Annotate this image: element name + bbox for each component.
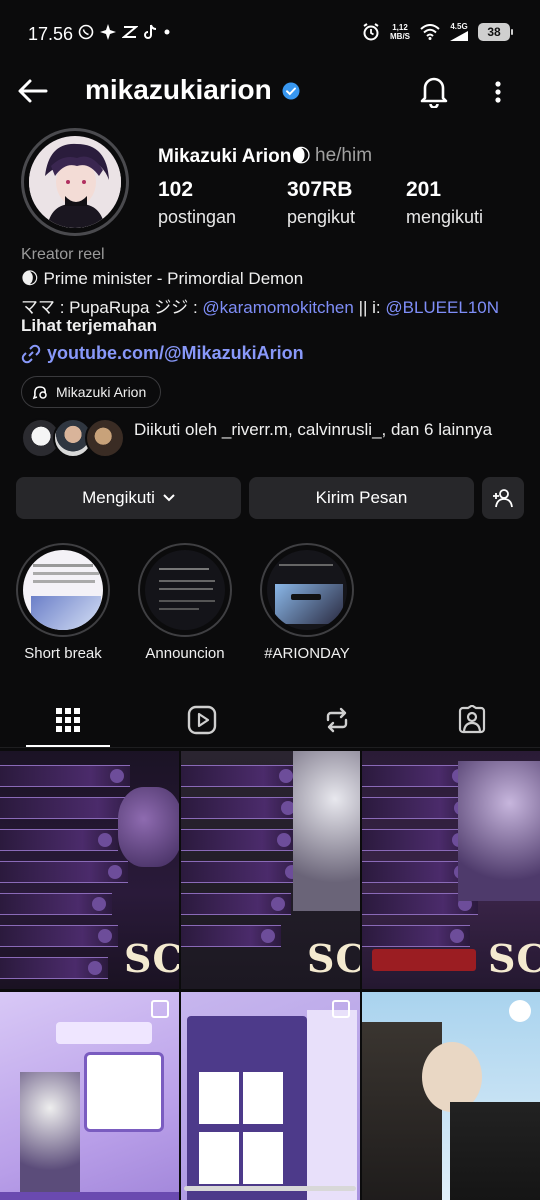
alarm-icon bbox=[363, 22, 379, 40]
tab-reposts[interactable] bbox=[297, 700, 377, 740]
post-overlay-text: SC bbox=[124, 936, 179, 981]
highlight-ring bbox=[138, 543, 232, 637]
post-tile[interactable]: SC bbox=[362, 751, 540, 989]
following-button-label: Mengikuti bbox=[82, 488, 155, 507]
following-button[interactable]: Mengikuti bbox=[16, 477, 241, 519]
highlight-cover bbox=[145, 550, 225, 630]
tiktok-icon bbox=[144, 24, 157, 39]
channel-chip[interactable]: Mikazuki Arion bbox=[21, 376, 162, 408]
suggest-people-button[interactable] bbox=[482, 477, 524, 519]
dot-icon bbox=[164, 29, 170, 35]
highlight-short-break[interactable]: Short break bbox=[14, 543, 112, 662]
repost-icon bbox=[326, 707, 348, 733]
profile-pronouns: he/him bbox=[315, 145, 373, 166]
post-tile[interactable] bbox=[362, 992, 540, 1200]
whatsapp-icon bbox=[78, 24, 94, 40]
stat-posts[interactable]: 102 postingan bbox=[158, 178, 236, 228]
status-right: 1,12 MB/S 4.5G 38 bbox=[362, 22, 513, 41]
multi-post-icon bbox=[332, 1000, 350, 1018]
bio-line-2-prefix: ママ : PupaRupa ジジ : bbox=[21, 298, 203, 317]
highlight-announcion[interactable]: Announcion bbox=[136, 543, 234, 662]
highlight-label: #ARIONDAY bbox=[264, 645, 350, 662]
mutual-avatar bbox=[85, 418, 125, 458]
more-options-icon[interactable] bbox=[488, 76, 508, 108]
message-button[interactable]: Kirim Pesan bbox=[249, 477, 474, 519]
reels-icon bbox=[187, 705, 217, 735]
stat-followers[interactable]: 307RB pengikut bbox=[287, 178, 355, 228]
stat-followers-label: pengikut bbox=[287, 207, 356, 227]
posts-grid: SC SC SC bbox=[0, 751, 540, 1200]
tab-reels[interactable] bbox=[162, 700, 242, 740]
stat-following-value: 201 bbox=[406, 178, 442, 201]
stat-following[interactable]: 201 mengikuti bbox=[406, 178, 483, 228]
post-tile[interactable] bbox=[0, 992, 179, 1200]
followed-by-text[interactable]: Diikuti oleh _riverr.m, calvinrusli_, da… bbox=[134, 419, 514, 441]
profile-username: mikazukiarion bbox=[85, 74, 272, 105]
profile-category: Kreator reel bbox=[21, 246, 105, 263]
broadcast-channel-icon bbox=[32, 386, 47, 400]
status-time: 17.56 bbox=[28, 24, 74, 44]
bell-icon[interactable] bbox=[418, 74, 450, 108]
profile-link[interactable]: youtube.com/@MikazukiArion bbox=[21, 343, 304, 364]
post-tile[interactable]: SC bbox=[0, 751, 179, 989]
highlight-label: Announcion bbox=[145, 645, 225, 662]
post-overlay-text: SC bbox=[488, 936, 540, 981]
bio-line-1: 🌒 Prime minister - Primordial Demon bbox=[21, 269, 304, 288]
profile-avatar-ring[interactable] bbox=[21, 128, 129, 236]
status-bar: 17.56 1,12 MB/S 4.5G 38 bbox=[0, 0, 540, 70]
signal-group: 4.5G bbox=[450, 22, 468, 41]
bio-mention-karamomokitchen[interactable]: @karamomokitchen bbox=[202, 298, 353, 317]
multi-post-icon bbox=[151, 1000, 169, 1018]
avatar-art bbox=[29, 136, 121, 228]
network-type: 4.5G bbox=[450, 22, 468, 31]
capcut-icon bbox=[122, 26, 138, 38]
tab-posts[interactable] bbox=[28, 700, 108, 740]
see-translation-link[interactable]: Lihat terjemahan bbox=[21, 316, 157, 336]
bio-mention-blueelion[interactable]: @BLUEEL10N bbox=[385, 298, 499, 317]
profile-link-text: youtube.com/@MikazukiArion bbox=[47, 343, 304, 363]
back-arrow-icon[interactable] bbox=[16, 74, 50, 108]
post-tile[interactable] bbox=[181, 992, 360, 1200]
sparkle-icon bbox=[100, 24, 116, 40]
tab-tagged[interactable] bbox=[432, 700, 512, 740]
highlight-ring bbox=[16, 543, 110, 637]
verified-badge-icon bbox=[282, 82, 300, 100]
mutual-followers-avatars[interactable] bbox=[21, 418, 127, 460]
net-speed: 1,12 MB/S bbox=[390, 23, 410, 41]
profile-avatar bbox=[29, 136, 121, 228]
battery-indicator: 38 bbox=[478, 22, 513, 41]
highlight-label: Short break bbox=[24, 645, 102, 662]
message-button-label: Kirim Pesan bbox=[315, 488, 408, 507]
post-overlay-text: SC bbox=[307, 936, 360, 981]
profile-tabs bbox=[0, 692, 540, 748]
home-indicator[interactable] bbox=[184, 1186, 356, 1191]
stat-posts-label: postingan bbox=[158, 207, 237, 227]
highlight-ring bbox=[260, 543, 354, 637]
add-person-icon bbox=[493, 489, 513, 508]
stat-followers-value: 307RB bbox=[287, 178, 353, 201]
tagged-person-icon bbox=[458, 705, 486, 734]
net-speed-value: 1,12 bbox=[392, 22, 408, 32]
bio-line-2-mid: || i: bbox=[353, 298, 386, 317]
highlight-cover bbox=[23, 550, 103, 630]
wifi-icon bbox=[420, 23, 440, 40]
notification-icons bbox=[78, 24, 170, 40]
highlight-arionday[interactable]: #ARIONDAY bbox=[258, 543, 356, 662]
link-icon bbox=[21, 344, 41, 363]
chevron-down-icon bbox=[163, 494, 175, 502]
post-tile[interactable]: SC bbox=[181, 751, 360, 989]
signal-icon bbox=[450, 31, 468, 41]
reel-badge-icon bbox=[509, 1000, 531, 1022]
profile-header: mikazukiarion bbox=[0, 70, 540, 114]
net-speed-unit: MB/S bbox=[390, 31, 410, 41]
profile-display-name: Mikazuki Arion🌒 bbox=[158, 146, 312, 167]
bio-line-2: ママ : PupaRupa ジジ : @karamomokitchen || i… bbox=[21, 293, 499, 318]
stat-posts-value: 102 bbox=[158, 178, 194, 201]
stat-following-label: mengikuti bbox=[406, 207, 484, 227]
grid-icon bbox=[56, 708, 80, 732]
highlight-cover bbox=[267, 550, 347, 630]
channel-chip-label: Mikazuki Arion bbox=[56, 384, 147, 400]
active-tab-indicator bbox=[26, 745, 110, 747]
